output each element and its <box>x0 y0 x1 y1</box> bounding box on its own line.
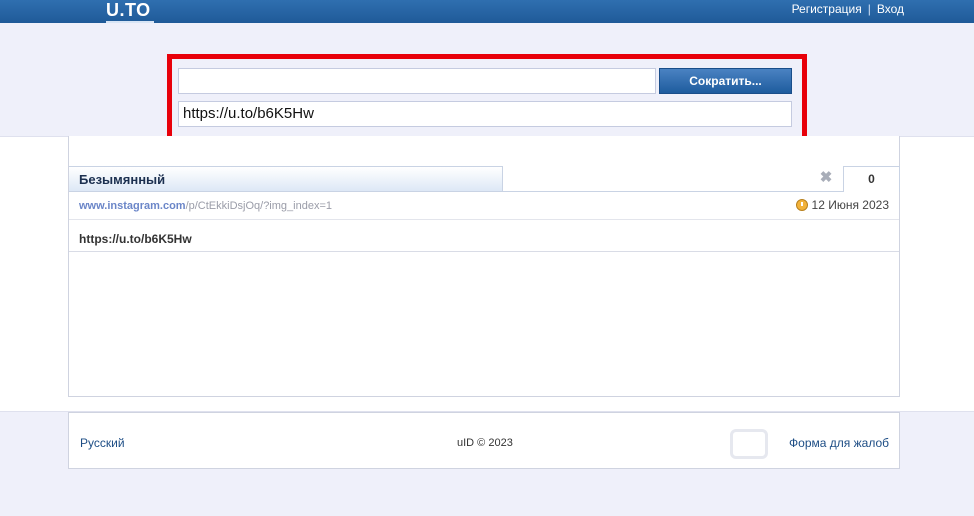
login-link[interactable]: Вход <box>877 2 904 16</box>
url-input[interactable] <box>178 68 656 94</box>
footer: Русский uID © 2023 Форма для жалоб <box>68 412 900 469</box>
source-url[interactable]: www.instagram.com/p/CtEkkiDsjOq/?img_ind… <box>79 200 332 212</box>
tab-divider <box>503 191 899 192</box>
top-bar: U.TO Регистрация | Вход <box>0 0 974 23</box>
row-divider <box>69 219 899 220</box>
short-link-text[interactable]: https://u.to/b6K5Hw <box>79 232 192 246</box>
row-divider <box>69 251 899 252</box>
shorten-button[interactable]: Сократить... <box>659 68 792 94</box>
separator: | <box>867 2 871 16</box>
copyright: uID © 2023 <box>457 437 513 449</box>
watermark-icon <box>730 429 768 459</box>
date-text: 12 Июня 2023 <box>811 198 889 212</box>
link-date: 12 Июня 2023 <box>795 198 889 212</box>
click-counter: 0 <box>843 166 900 192</box>
clock-icon <box>795 199 808 211</box>
watermark <box>730 424 774 464</box>
account-links: Регистрация | Вход <box>792 0 904 20</box>
shortener-form: Сократить... https://u.to/b6K5Hw <box>167 54 807 142</box>
links-panel: Безымянный ✖ 0 www.instagram.com/p/CtEkk… <box>68 136 900 397</box>
short-url-result[interactable]: https://u.to/b6K5Hw <box>178 101 792 127</box>
language-link[interactable]: Русский <box>80 436 125 450</box>
complaint-form-link[interactable]: Форма для жалоб <box>789 436 889 450</box>
source-domain[interactable]: www.instagram.com <box>79 200 186 212</box>
link-title-tab[interactable]: Безымянный <box>69 166 503 192</box>
close-icon[interactable]: ✖ <box>819 170 833 185</box>
source-path[interactable]: /p/CtEkkiDsjOq/?img_index=1 <box>186 200 332 212</box>
register-link[interactable]: Регистрация <box>792 2 862 16</box>
site-logo[interactable]: U.TO <box>106 0 154 23</box>
